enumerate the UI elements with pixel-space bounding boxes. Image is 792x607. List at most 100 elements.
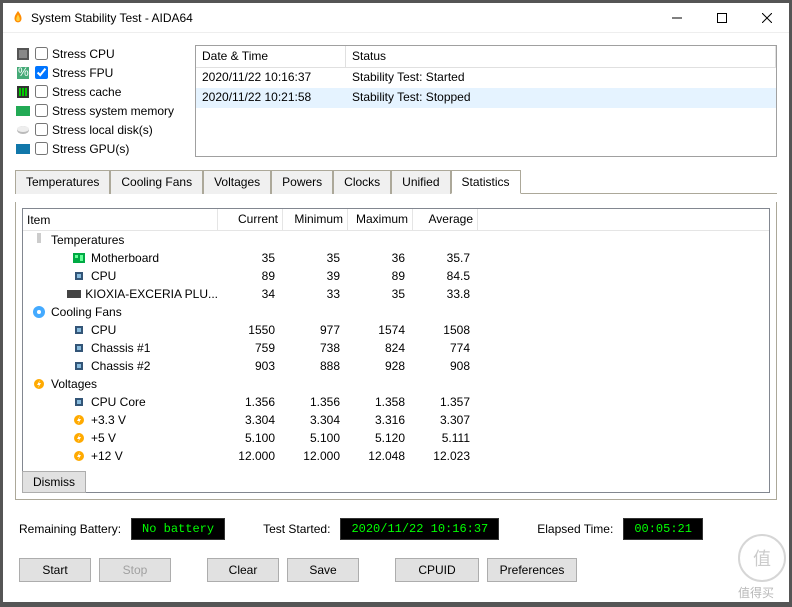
stat-current: 1550: [218, 323, 283, 337]
stat-max: 12.048: [348, 449, 413, 463]
log-datetime: 2020/11/22 10:21:58: [196, 88, 346, 108]
stat-avg: 774: [413, 341, 478, 355]
stress-option[interactable]: Stress GPU(s): [15, 140, 187, 157]
volt-icon: [71, 431, 87, 445]
stat-avg: 33.8: [413, 287, 478, 301]
stat-label: +5 V: [91, 431, 116, 445]
stress-checkbox[interactable]: [35, 85, 48, 98]
tab-temperatures[interactable]: Temperatures: [15, 170, 110, 194]
stat-row[interactable]: KIOXIA-EXCERIA PLU...34333533.8: [23, 285, 769, 303]
stress-label: Stress GPU(s): [52, 142, 129, 156]
statistics-table: Item Current Minimum Maximum Average Tem…: [22, 208, 770, 493]
stat-label: Chassis #2: [91, 359, 150, 373]
maximize-button[interactable]: [699, 3, 744, 32]
stat-group[interactable]: Cooling Fans: [23, 303, 769, 321]
start-button[interactable]: Start: [19, 558, 91, 582]
stat-row[interactable]: Motherboard35353635.7: [23, 249, 769, 267]
stat-min: 12.000: [283, 449, 348, 463]
stat-min: 35: [283, 251, 348, 265]
started-value: 2020/11/22 10:16:37: [340, 518, 499, 540]
stat-row[interactable]: Chassis #2903888928908: [23, 357, 769, 375]
stat-current: 5.100: [218, 431, 283, 445]
tab-unified[interactable]: Unified: [391, 170, 450, 194]
stat-max: 1574: [348, 323, 413, 337]
tab-cooling-fans[interactable]: Cooling Fans: [110, 170, 203, 194]
tab-voltages[interactable]: Voltages: [203, 170, 271, 194]
stat-label: Voltages: [51, 377, 97, 391]
tab-statistics[interactable]: Statistics: [451, 170, 521, 194]
app-icon: [11, 11, 25, 25]
fan-icon: [31, 305, 47, 319]
stress-checkbox[interactable]: [35, 142, 48, 155]
minimize-button[interactable]: [654, 3, 699, 32]
stat-min: 5.100: [283, 431, 348, 445]
stat-label: CPU: [91, 323, 116, 337]
col-current[interactable]: Current: [218, 209, 283, 230]
stress-checkbox[interactable]: [35, 47, 48, 60]
stat-max: 36: [348, 251, 413, 265]
stop-button[interactable]: Stop: [99, 558, 171, 582]
stat-current: 12.000: [218, 449, 283, 463]
col-average[interactable]: Average: [413, 209, 478, 230]
volt-icon: [71, 413, 87, 427]
stress-checkbox[interactable]: [35, 66, 48, 79]
stress-option[interactable]: Stress CPU: [15, 45, 187, 62]
stress-options: Stress CPU %Stress FPU Stress cache Stress …: [15, 45, 187, 157]
button-row: Start Stop Clear Save CPUID Preferences: [15, 552, 777, 590]
svg-text:%: %: [18, 67, 29, 79]
clear-button[interactable]: Clear: [207, 558, 279, 582]
cpuid-button[interactable]: CPUID: [395, 558, 479, 582]
col-maximum[interactable]: Maximum: [348, 209, 413, 230]
window-title: System Stability Test - AIDA64: [31, 11, 654, 25]
stat-avg: 35.7: [413, 251, 478, 265]
stat-row[interactable]: CPU Core1.3561.3561.3581.357: [23, 393, 769, 411]
stat-avg: 84.5: [413, 269, 478, 283]
dismiss-button[interactable]: Dismiss: [22, 471, 86, 493]
stat-row[interactable]: +3.3 V3.3043.3043.3163.307: [23, 411, 769, 429]
stat-label: Chassis #1: [91, 341, 150, 355]
cpu-icon: [71, 359, 87, 373]
stress-label: Stress local disk(s): [52, 123, 153, 137]
titlebar[interactable]: System Stability Test - AIDA64: [3, 3, 789, 33]
stress-checkbox[interactable]: [35, 123, 48, 136]
col-item[interactable]: Item: [23, 209, 218, 230]
stat-row[interactable]: CPU89398984.5: [23, 267, 769, 285]
mb-icon: [71, 251, 87, 265]
stress-option[interactable]: Stress system memory: [15, 102, 187, 119]
stat-group[interactable]: Voltages: [23, 375, 769, 393]
log-row[interactable]: 2020/11/22 10:16:37Stability Test: Start…: [196, 68, 776, 88]
stat-row[interactable]: CPU155097715741508: [23, 321, 769, 339]
stat-current: 35: [218, 251, 283, 265]
tab-clocks[interactable]: Clocks: [333, 170, 391, 194]
stress-icon: [15, 141, 31, 157]
stat-avg: 908: [413, 359, 478, 373]
stat-group[interactable]: Temperatures: [23, 231, 769, 249]
stress-icon: [15, 122, 31, 138]
elapsed-label: Elapsed Time:: [537, 522, 613, 536]
tab-powers[interactable]: Powers: [271, 170, 333, 194]
col-minimum[interactable]: Minimum: [283, 209, 348, 230]
stress-option[interactable]: %Stress FPU: [15, 64, 187, 81]
battery-label: Remaining Battery:: [19, 522, 121, 536]
stat-row[interactable]: Chassis #1759738824774: [23, 339, 769, 357]
stress-checkbox[interactable]: [35, 104, 48, 117]
stress-option[interactable]: Stress local disk(s): [15, 121, 187, 138]
stat-current: 89: [218, 269, 283, 283]
stat-current: 1.356: [218, 395, 283, 409]
log-status: Stability Test: Started: [346, 68, 776, 88]
stat-avg: 12.023: [413, 449, 478, 463]
stress-option[interactable]: Stress cache: [15, 83, 187, 100]
stat-row[interactable]: +5 V5.1005.1005.1205.111: [23, 429, 769, 447]
log-header-status[interactable]: Status: [346, 46, 776, 67]
stat-min: 738: [283, 341, 348, 355]
close-button[interactable]: [744, 3, 789, 32]
cpu-icon: [71, 341, 87, 355]
stat-row[interactable]: +12 V12.00012.00012.04812.023: [23, 447, 769, 465]
save-button[interactable]: Save: [287, 558, 359, 582]
stat-label: Motherboard: [91, 251, 159, 265]
log-row[interactable]: 2020/11/22 10:21:58Stability Test: Stopp…: [196, 88, 776, 108]
stress-label: Stress cache: [52, 85, 121, 99]
stat-current: 759: [218, 341, 283, 355]
preferences-button[interactable]: Preferences: [487, 558, 577, 582]
log-header-datetime[interactable]: Date & Time: [196, 46, 346, 67]
